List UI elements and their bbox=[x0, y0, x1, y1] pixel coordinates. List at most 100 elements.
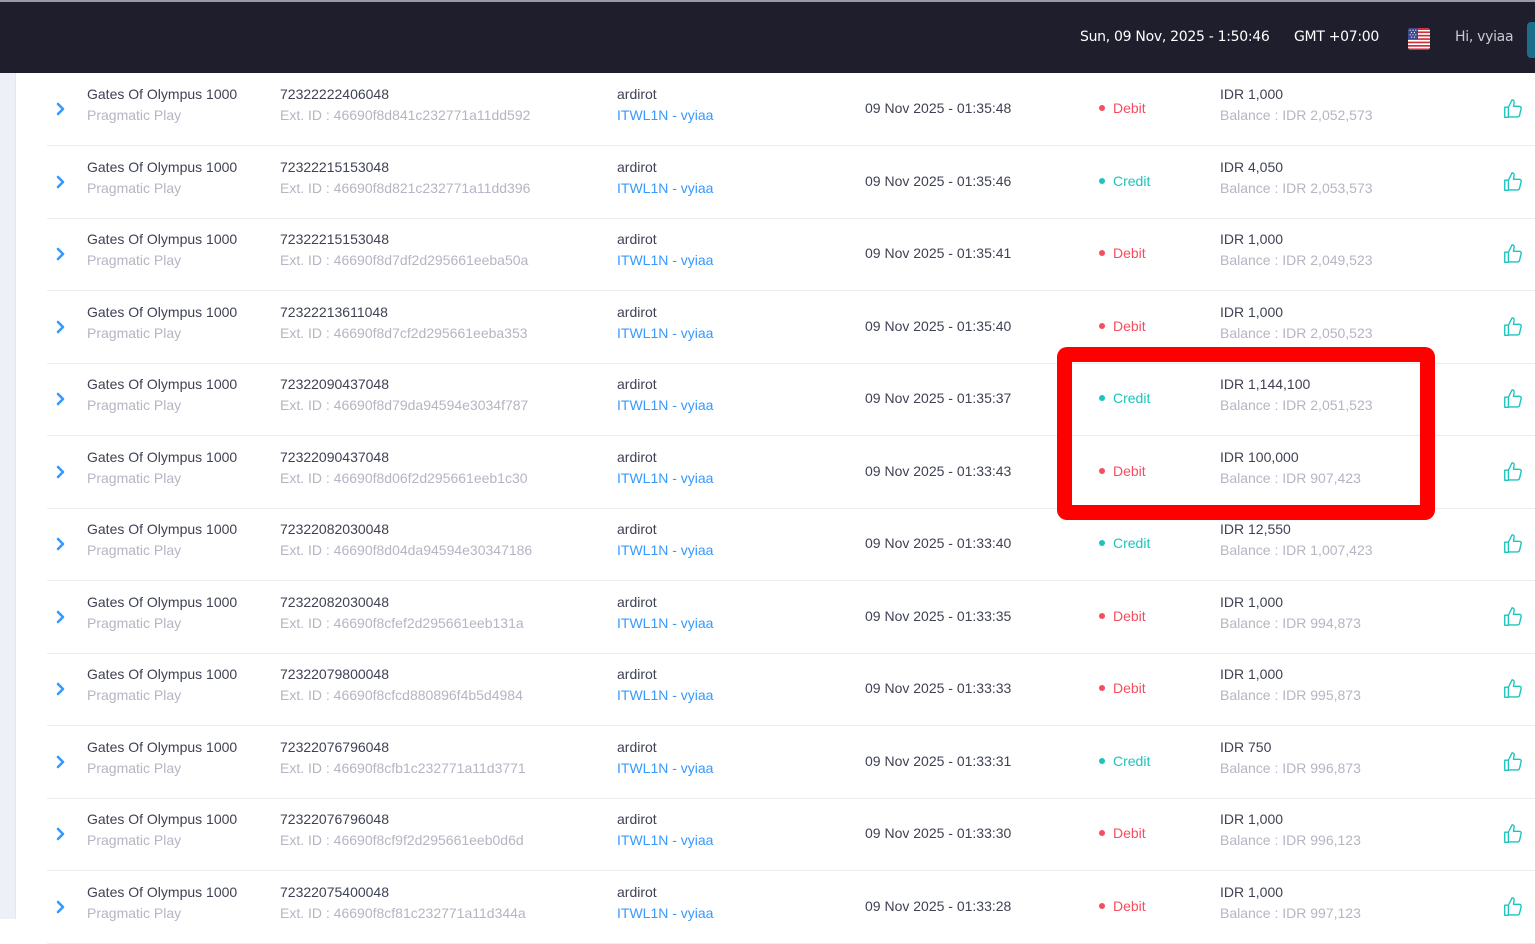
username: ardirot bbox=[617, 449, 657, 465]
thumbs-up-icon[interactable] bbox=[1502, 171, 1524, 193]
expand-chevron-icon[interactable] bbox=[53, 100, 69, 118]
external-id: Ext. ID : 46690f8d7df2d295661eeba50a bbox=[280, 252, 529, 268]
game-provider: Pragmatic Play bbox=[87, 832, 182, 848]
game-name: Gates Of Olympus 1000 bbox=[87, 304, 238, 320]
balance-after: Balance : IDR 995,873 bbox=[1220, 687, 1361, 703]
username: ardirot bbox=[617, 594, 657, 610]
username: ardirot bbox=[617, 884, 657, 900]
expand-chevron-icon[interactable] bbox=[53, 898, 69, 916]
table-row[interactable]: Gates Of Olympus 1000 Pragmatic Play 72322… bbox=[47, 871, 1535, 944]
game-provider: Pragmatic Play bbox=[87, 542, 182, 558]
transaction-type-label: Debit bbox=[1113, 317, 1146, 334]
table-row[interactable]: Gates Of Olympus 1000 Pragmatic Play 72322… bbox=[47, 581, 1535, 654]
balance-after: Balance : IDR 2,049,523 bbox=[1220, 252, 1373, 268]
username: ardirot bbox=[617, 86, 657, 102]
thumbs-up-icon[interactable] bbox=[1502, 388, 1524, 410]
transaction-time: 09 Nov 2025 - 01:35:40 bbox=[865, 317, 1012, 334]
game-name: Gates Of Olympus 1000 bbox=[87, 811, 238, 827]
expand-chevron-icon[interactable] bbox=[53, 608, 69, 626]
transaction-type-badge: Debit bbox=[1099, 680, 1146, 696]
table-row[interactable]: Gates Of Olympus 1000 Pragmatic Play 72322… bbox=[47, 653, 1535, 726]
transaction-id: 72322215153048 bbox=[280, 231, 390, 247]
user-greeting[interactable]: Hi, vyiaa bbox=[1455, 29, 1514, 45]
expand-chevron-icon[interactable] bbox=[53, 753, 69, 771]
transaction-type-label: Credit bbox=[1113, 752, 1151, 769]
game-name: Gates Of Olympus 1000 bbox=[87, 159, 238, 175]
transaction-time: 09 Nov 2025 - 01:33:31 bbox=[865, 752, 1012, 769]
balance-after: Balance : IDR 2,053,573 bbox=[1220, 180, 1373, 196]
agent-link[interactable]: ITWL1N - vyiaa bbox=[617, 252, 713, 268]
external-id: Ext. ID : 46690f8d06f2d295661eeb1c30 bbox=[280, 470, 528, 486]
left-gutter bbox=[0, 73, 15, 919]
username: ardirot bbox=[617, 304, 657, 320]
expand-chevron-icon[interactable] bbox=[53, 173, 69, 191]
table-row[interactable]: Gates Of Olympus 1000 Pragmatic Play 72322… bbox=[47, 146, 1535, 219]
agent-link[interactable]: ITWL1N - vyiaa bbox=[617, 470, 713, 486]
thumbs-up-icon[interactable] bbox=[1502, 316, 1524, 338]
status-dot bbox=[1099, 105, 1105, 112]
username: ardirot bbox=[617, 811, 657, 827]
agent-link[interactable]: ITWL1N - vyiaa bbox=[617, 832, 713, 848]
transaction-id: 72322090437048 bbox=[280, 376, 390, 392]
transaction-type-badge: Debit bbox=[1099, 825, 1146, 841]
agent-link[interactable]: ITWL1N - vyiaa bbox=[617, 542, 713, 558]
external-id: Ext. ID : 46690f8d821c232771a11dd396 bbox=[280, 180, 531, 196]
thumbs-up-icon[interactable] bbox=[1502, 896, 1524, 918]
thumbs-up-icon[interactable] bbox=[1502, 751, 1524, 773]
transaction-amount: IDR 1,000 bbox=[1220, 666, 1284, 682]
thumbs-up-icon[interactable] bbox=[1502, 461, 1524, 483]
status-dot bbox=[1099, 758, 1105, 765]
top-header: Sun, 09 Nov, 2025 - 1:50:46 GMT +07:00 H… bbox=[0, 0, 1535, 73]
transaction-id: 72322082030048 bbox=[280, 521, 390, 537]
expand-chevron-icon[interactable] bbox=[53, 463, 69, 481]
game-provider: Pragmatic Play bbox=[87, 180, 182, 196]
thumbs-up-icon[interactable] bbox=[1502, 98, 1524, 120]
agent-link[interactable]: ITWL1N - vyiaa bbox=[617, 180, 713, 196]
username: ardirot bbox=[617, 666, 657, 682]
user-avatar-edge[interactable] bbox=[1527, 22, 1535, 58]
agent-link[interactable]: ITWL1N - vyiaa bbox=[617, 107, 713, 123]
thumbs-up-icon[interactable] bbox=[1502, 533, 1524, 555]
agent-link[interactable]: ITWL1N - vyiaa bbox=[617, 325, 713, 341]
agent-link[interactable]: ITWL1N - vyiaa bbox=[617, 687, 713, 703]
expand-chevron-icon[interactable] bbox=[53, 390, 69, 408]
expand-chevron-icon[interactable] bbox=[53, 318, 69, 336]
username: ardirot bbox=[617, 159, 657, 175]
expand-chevron-icon[interactable] bbox=[53, 245, 69, 263]
transaction-type-badge: Debit bbox=[1099, 608, 1146, 624]
transaction-id: 72322090437048 bbox=[280, 449, 390, 465]
table-row[interactable]: Gates Of Olympus 1000 Pragmatic Play 72322… bbox=[47, 798, 1535, 871]
agent-link[interactable]: ITWL1N - vyiaa bbox=[617, 397, 713, 413]
table-row[interactable]: Gates Of Olympus 1000 Pragmatic Play 72322… bbox=[47, 436, 1535, 509]
thumbs-up-icon[interactable] bbox=[1502, 678, 1524, 700]
thumbs-up-icon[interactable] bbox=[1502, 606, 1524, 628]
username: ardirot bbox=[617, 231, 657, 247]
expand-chevron-icon[interactable] bbox=[53, 825, 69, 843]
external-id: Ext. ID : 46690f8d7cf2d295661eeba353 bbox=[280, 325, 528, 341]
table-row[interactable]: Gates Of Olympus 1000 Pragmatic Play 72322… bbox=[47, 218, 1535, 291]
table-row[interactable]: Gates Of Olympus 1000 Pragmatic Play 72322… bbox=[47, 726, 1535, 799]
transaction-time: 09 Nov 2025 - 01:33:43 bbox=[865, 462, 1012, 479]
agent-link[interactable]: ITWL1N - vyiaa bbox=[617, 760, 713, 776]
balance-after: Balance : IDR 994,873 bbox=[1220, 615, 1361, 631]
table-row[interactable]: Gates Of Olympus 1000 Pragmatic Play 72322… bbox=[47, 508, 1535, 581]
thumbs-up-icon[interactable] bbox=[1502, 243, 1524, 265]
game-name: Gates Of Olympus 1000 bbox=[87, 86, 238, 102]
transaction-type-label: Credit bbox=[1113, 389, 1151, 406]
transaction-amount: IDR 1,000 bbox=[1220, 594, 1284, 610]
agent-link[interactable]: ITWL1N - vyiaa bbox=[617, 615, 713, 631]
transaction-type-label: Debit bbox=[1113, 679, 1146, 696]
expand-chevron-icon[interactable] bbox=[53, 535, 69, 553]
transaction-amount: IDR 1,000 bbox=[1220, 811, 1284, 827]
transaction-amount: IDR 1,000 bbox=[1220, 86, 1284, 102]
transaction-type-badge: Debit bbox=[1099, 318, 1146, 334]
transaction-type-label: Debit bbox=[1113, 462, 1146, 479]
table-row[interactable]: Gates Of Olympus 1000 Pragmatic Play 72322… bbox=[47, 291, 1535, 364]
expand-chevron-icon[interactable] bbox=[53, 680, 69, 698]
us-flag-icon[interactable] bbox=[1408, 28, 1430, 50]
table-row[interactable]: Gates Of Olympus 1000 Pragmatic Play 72322… bbox=[47, 363, 1535, 436]
transaction-time: 09 Nov 2025 - 01:33:28 bbox=[865, 897, 1012, 914]
table-row[interactable]: Gates Of Olympus 1000 Pragmatic Play 72322… bbox=[47, 73, 1535, 146]
thumbs-up-icon[interactable] bbox=[1502, 823, 1524, 845]
game-provider: Pragmatic Play bbox=[87, 760, 182, 776]
